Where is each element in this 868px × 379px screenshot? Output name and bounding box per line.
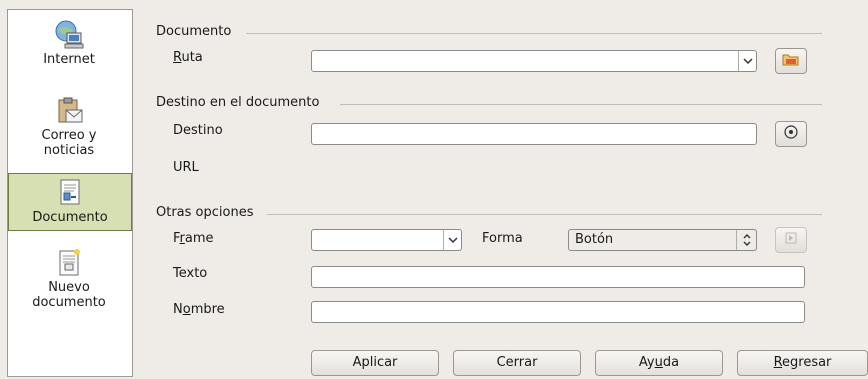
- apply-button[interactable]: Aplicar: [311, 350, 439, 376]
- target-circle-icon: [783, 124, 799, 144]
- document-link-icon: [52, 174, 88, 210]
- help-label-mnemonic: u: [654, 355, 663, 370]
- sidebar-item-document-label: Documento: [32, 210, 108, 225]
- section-divider: [267, 214, 822, 215]
- play-icon: [785, 232, 797, 248]
- hyperlink-type-sidebar: Internet Correo y noticias Documento Nue…: [7, 9, 133, 377]
- section-divider: [246, 33, 822, 34]
- events-button[interactable]: [775, 227, 807, 253]
- path-label-rest: uta: [181, 50, 203, 65]
- text-input[interactable]: [311, 266, 805, 288]
- open-file-button[interactable]: [775, 48, 807, 74]
- name-label: Nombre: [173, 302, 225, 317]
- help-label-rest: da: [662, 355, 680, 370]
- name-input[interactable]: [311, 301, 805, 323]
- form-type-spin[interactable]: Botón: [568, 229, 757, 251]
- sidebar-item-new-document[interactable]: Nuevo documento: [9, 246, 129, 326]
- form-label: Forma: [482, 231, 523, 246]
- text-label: Texto: [173, 266, 208, 281]
- path-label: Ruta: [173, 50, 203, 65]
- help-label-prefix: Ay: [638, 355, 655, 370]
- frame-combobox[interactable]: [311, 229, 462, 251]
- reset-label-mnemonic: R: [773, 355, 783, 370]
- target-label: Destino: [173, 123, 223, 138]
- globe-monitor-icon: [51, 18, 87, 52]
- sidebar-item-internet[interactable]: Internet: [9, 18, 129, 88]
- name-label-prefix: N: [173, 302, 183, 317]
- url-label: URL: [173, 160, 199, 175]
- sidebar-item-mail-label-1: Correo y: [41, 128, 97, 143]
- target-in-document-button[interactable]: [775, 121, 807, 147]
- reset-label-rest: egresar: [782, 355, 832, 370]
- sidebar-item-new-document-label-2: documento: [32, 295, 106, 310]
- frame-label-rest: ame: [184, 231, 214, 246]
- name-label-mnemonic: o: [182, 302, 191, 317]
- sidebar-item-internet-label: Internet: [43, 52, 95, 67]
- sidebar-item-document[interactable]: Documento: [8, 173, 132, 231]
- section-divider: [340, 104, 822, 105]
- section-title-target: Destino en el documento: [156, 95, 320, 110]
- chevron-down-icon[interactable]: [738, 51, 756, 71]
- target-input[interactable]: [311, 123, 757, 145]
- updown-arrows-icon[interactable]: [736, 230, 756, 250]
- close-button[interactable]: Cerrar: [453, 350, 581, 376]
- form-type-value: Botón: [575, 232, 614, 247]
- open-folder-icon: [782, 51, 800, 71]
- chevron-down-icon[interactable]: [443, 230, 461, 250]
- reset-button[interactable]: Regresar: [737, 350, 868, 376]
- new-document-icon: [51, 246, 87, 280]
- section-title-document: Documento: [156, 24, 232, 39]
- sidebar-item-mail-label-2: noticias: [43, 143, 95, 158]
- sidebar-item-mail-news[interactable]: Correo y noticias: [9, 94, 129, 172]
- mail-clipboard-icon: [51, 94, 87, 128]
- section-title-other-options: Otras opciones: [156, 205, 254, 220]
- name-label-rest: mbre: [190, 302, 225, 317]
- help-button[interactable]: Ayuda: [595, 350, 723, 376]
- sidebar-item-new-document-label-1: Nuevo: [48, 280, 90, 295]
- path-combobox[interactable]: [311, 50, 757, 72]
- frame-label: Frame: [173, 231, 214, 246]
